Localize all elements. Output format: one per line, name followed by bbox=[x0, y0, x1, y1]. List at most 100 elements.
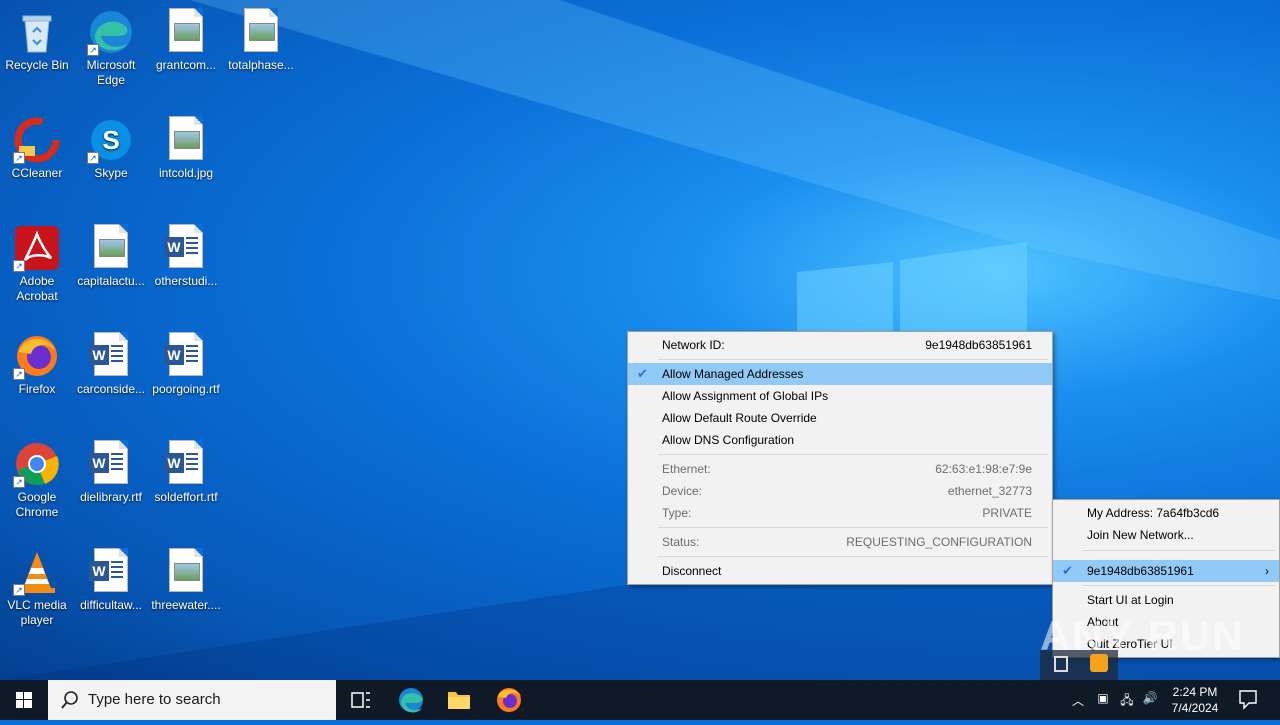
shortcut-arrow-icon: ↗ bbox=[13, 260, 25, 272]
clock[interactable]: 2:24 PM 7/4/2024 bbox=[1166, 684, 1224, 716]
search-box[interactable]: Type here to search bbox=[48, 680, 336, 720]
image-file-icon bbox=[169, 548, 203, 592]
tray-overflow-panel bbox=[1040, 650, 1118, 680]
network-icon[interactable]: 🖧 bbox=[1117, 691, 1137, 712]
skype-icon: S ↗ bbox=[87, 116, 135, 164]
word-document-icon: W bbox=[164, 224, 203, 268]
menu-item-disconnect[interactable]: Disconnect bbox=[628, 560, 1052, 582]
desktop-icon-capitalactu[interactable]: capitalactu... bbox=[74, 220, 148, 289]
menu-item-network-9e1948db63851961[interactable]: ✔ 9e1948db63851961 › bbox=[1053, 560, 1279, 582]
icon-label: grantcom... bbox=[155, 58, 217, 72]
icon-label: CCleaner bbox=[11, 166, 63, 180]
icon-label: soldeffort.rtf bbox=[154, 490, 218, 504]
desktop-icon-totalphase[interactable]: totalphase... bbox=[224, 4, 298, 73]
firefox-icon: ↗ bbox=[13, 332, 61, 380]
desktop-icon-carconside[interactable]: W carconside... bbox=[74, 328, 148, 397]
icon-label: Firefox bbox=[18, 382, 56, 396]
chevron-right-icon: › bbox=[1265, 564, 1269, 578]
network-id-row: Network ID: 9e1948db63851961 bbox=[628, 334, 1052, 356]
icon-label: totalphase... bbox=[228, 58, 294, 72]
image-file-icon bbox=[244, 8, 278, 52]
shortcut-arrow-icon: ↗ bbox=[13, 584, 25, 596]
taskbar-firefox-button[interactable] bbox=[486, 680, 532, 720]
chevron-up-icon[interactable]: ︿ bbox=[1068, 692, 1088, 709]
checkmark-icon: ✔ bbox=[637, 366, 648, 381]
volume-icon[interactable]: 🔊 bbox=[1140, 691, 1160, 705]
icon-label: Microsoft Edge bbox=[86, 58, 136, 87]
desktop-icon-firefox[interactable]: ↗ Firefox bbox=[0, 328, 74, 397]
shortcut-arrow-icon: ↗ bbox=[13, 152, 25, 164]
menu-item-allow-managed-addresses[interactable]: ✔ Allow Managed Addresses bbox=[628, 363, 1052, 385]
menu-separator bbox=[658, 556, 1048, 557]
shortcut-arrow-icon: ↗ bbox=[13, 476, 25, 488]
desktop-icon-dielibrary[interactable]: W dielibrary.rtf bbox=[74, 436, 148, 505]
desktop-icon-soldeffort[interactable]: W soldeffort.rtf bbox=[149, 436, 223, 505]
icon-label: Google Chrome bbox=[15, 490, 59, 519]
desktop-icon-google-chrome[interactable]: ↗ Google Chrome bbox=[0, 436, 74, 520]
desktop-icon-recycle-bin[interactable]: Recycle Bin bbox=[0, 4, 74, 73]
taskbar: Type here to search ︿ ▣ 🖧 🔊 2:24 PM 7/4/… bbox=[0, 680, 1280, 720]
tray-app-icon[interactable] bbox=[1054, 656, 1068, 672]
word-document-icon: W bbox=[164, 332, 203, 376]
notifications-button[interactable] bbox=[1234, 688, 1262, 712]
network-id-value: 9e1948db63851961 bbox=[925, 338, 1032, 352]
icon-label: Recycle Bin bbox=[5, 58, 69, 72]
menu-separator bbox=[1083, 585, 1275, 586]
desktop-icon-otherstudi[interactable]: W otherstudi... bbox=[149, 220, 223, 289]
svg-text:S: S bbox=[102, 125, 119, 155]
clock-time: 2:24 PM bbox=[1172, 685, 1218, 699]
taskbar-edge-button[interactable] bbox=[388, 680, 434, 720]
info-row-status: Status: REQUESTING_CONFIGURATION bbox=[662, 535, 1032, 549]
zerotier-tray-icon[interactable] bbox=[1090, 654, 1108, 672]
info-row-ethernet: Ethernet: 62:63:e1:98:e7:9e bbox=[662, 462, 1032, 476]
menu-item-allow-default-route[interactable]: Allow Default Route Override bbox=[628, 407, 1052, 429]
shortcut-arrow-icon: ↗ bbox=[87, 44, 99, 56]
desktop-icon-vlc[interactable]: ↗ VLC media player bbox=[0, 544, 74, 628]
image-file-icon bbox=[169, 8, 203, 52]
menu-item-allow-dns[interactable]: Allow DNS Configuration bbox=[628, 429, 1052, 451]
menu-separator bbox=[1083, 550, 1275, 551]
icon-label: VLC media player bbox=[7, 598, 67, 627]
edge-icon bbox=[399, 688, 423, 713]
network-submenu: Network ID: 9e1948db63851961 ✔ Allow Man… bbox=[627, 331, 1053, 585]
desktop-icon-adobe-acrobat[interactable]: ↗ Adobe Acrobat bbox=[0, 220, 74, 304]
icon-label: dielibrary.rtf bbox=[80, 490, 142, 504]
desktop-icon-poorgoing[interactable]: W poorgoing.rtf bbox=[149, 328, 223, 397]
start-button[interactable] bbox=[0, 680, 48, 720]
vlc-cone-icon: ↗ bbox=[13, 548, 61, 596]
task-view-button[interactable] bbox=[338, 680, 384, 720]
task-view-icon bbox=[351, 692, 370, 708]
icon-label: carconside... bbox=[76, 382, 146, 396]
icon-label: capitalactu... bbox=[77, 274, 145, 288]
info-row-type: Type: PRIVATE bbox=[662, 506, 1032, 520]
menu-item-join-network[interactable]: Join New Network... bbox=[1053, 524, 1279, 546]
menu-separator bbox=[658, 527, 1048, 528]
folder-icon bbox=[448, 692, 470, 709]
image-file-icon bbox=[94, 224, 128, 268]
word-document-icon: W bbox=[164, 440, 203, 484]
icon-label: threewater.... bbox=[151, 598, 221, 612]
recycle-bin-icon bbox=[13, 8, 61, 56]
adobe-acrobat-icon: ↗ bbox=[13, 224, 61, 272]
word-document-icon: W bbox=[89, 548, 128, 592]
desktop-icon-difficultaw[interactable]: W difficultaw... bbox=[74, 544, 148, 613]
menu-separator bbox=[658, 454, 1048, 455]
windows-logo-icon bbox=[16, 692, 32, 708]
icon-label: intcold.jpg bbox=[158, 166, 214, 180]
taskbar-file-explorer-button[interactable] bbox=[436, 680, 482, 720]
desktop-icon-threewater[interactable]: threewater.... bbox=[149, 544, 223, 613]
menu-item-allow-global-ips[interactable]: Allow Assignment of Global IPs bbox=[628, 385, 1052, 407]
desktop-icon-grantcom[interactable]: grantcom... bbox=[149, 4, 223, 73]
desktop-icon-ccleaner[interactable]: ↗ CCleaner bbox=[0, 112, 74, 181]
network-id-label: Network ID: bbox=[662, 338, 725, 352]
word-document-icon: W bbox=[89, 440, 128, 484]
edge-icon: ↗ bbox=[87, 8, 135, 56]
menu-item-start-ui-login[interactable]: Start UI at Login bbox=[1053, 589, 1279, 611]
info-row-device: Device: ethernet_32773 bbox=[662, 484, 1032, 498]
desktop-icon-skype[interactable]: S ↗ Skype bbox=[74, 112, 148, 181]
desktop-icon-intcold[interactable]: intcold.jpg bbox=[149, 112, 223, 181]
ccleaner-icon: ↗ bbox=[13, 116, 61, 164]
tray-device-icon[interactable]: ▣ bbox=[1094, 691, 1112, 705]
desktop-icon-microsoft-edge[interactable]: ↗ Microsoft Edge bbox=[74, 4, 148, 88]
icon-label: Adobe Acrobat bbox=[16, 274, 58, 303]
